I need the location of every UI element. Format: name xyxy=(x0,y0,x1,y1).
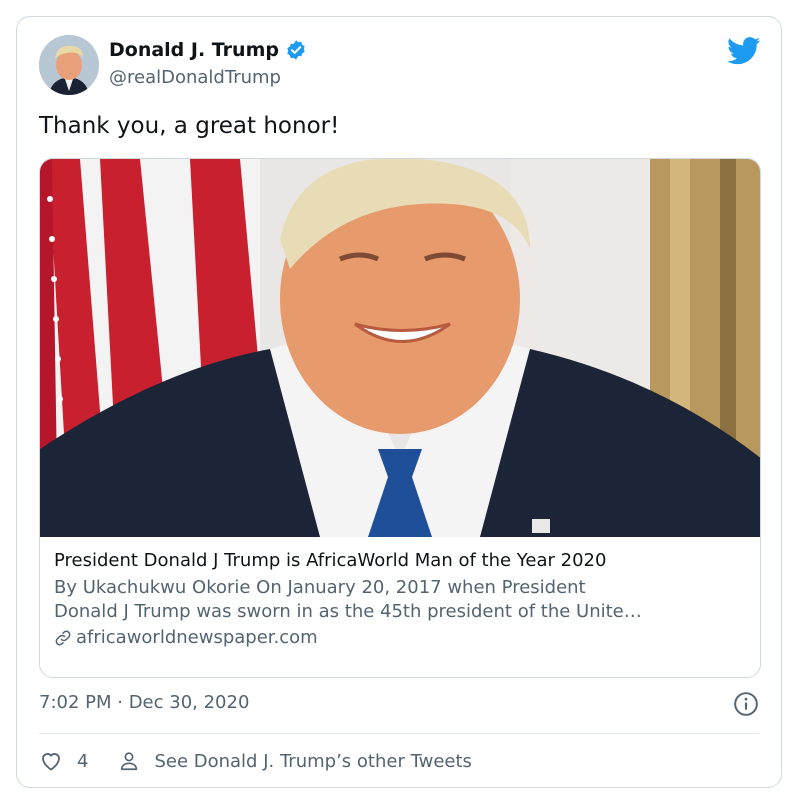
author-handle[interactable]: @realDonaldTrump xyxy=(109,67,281,88)
heart-icon[interactable] xyxy=(39,749,63,773)
tweet-timestamp[interactable]: 7:02 PM · Dec 30, 2020 xyxy=(39,692,249,713)
author-name-row: Donald J. Trump xyxy=(109,39,307,61)
tweet-text: Thank you, a great honor! xyxy=(39,113,340,139)
article-description: By Ukachukwu Okorie On January 20, 2017 … xyxy=(54,576,754,624)
tweet-card: Donald J. Trump @realDonaldTrump Thank y… xyxy=(16,16,782,788)
link-icon xyxy=(55,630,71,646)
twitter-bird-icon[interactable] xyxy=(727,37,761,65)
tweet-actions: 4 See Donald J. Trump’s other Tweets xyxy=(39,749,472,773)
verified-badge-icon xyxy=(287,40,305,60)
article-domain[interactable]: africaworldnewspaper.com xyxy=(76,626,318,650)
link-preview-card[interactable]: President Donald J Trump is AfricaWorld … xyxy=(39,158,761,678)
article-description-line: By Ukachukwu Okorie On January 20, 2017 … xyxy=(54,577,586,598)
article-domain-row[interactable]: africaworldnewspaper.com xyxy=(54,626,754,650)
info-icon[interactable] xyxy=(733,691,759,717)
divider xyxy=(39,733,759,734)
article-photo xyxy=(40,159,760,537)
like-count[interactable]: 4 xyxy=(77,751,88,772)
person-icon xyxy=(121,752,138,771)
article-title[interactable]: President Donald J Trump is AfricaWorld … xyxy=(54,549,754,573)
article-description-line: Donald J Trump was sworn in as the 45th … xyxy=(54,601,642,622)
other-tweets-link[interactable]: See Donald J. Trump’s other Tweets xyxy=(154,751,471,772)
author-name[interactable]: Donald J. Trump xyxy=(109,39,279,61)
avatar[interactable] xyxy=(39,35,99,95)
